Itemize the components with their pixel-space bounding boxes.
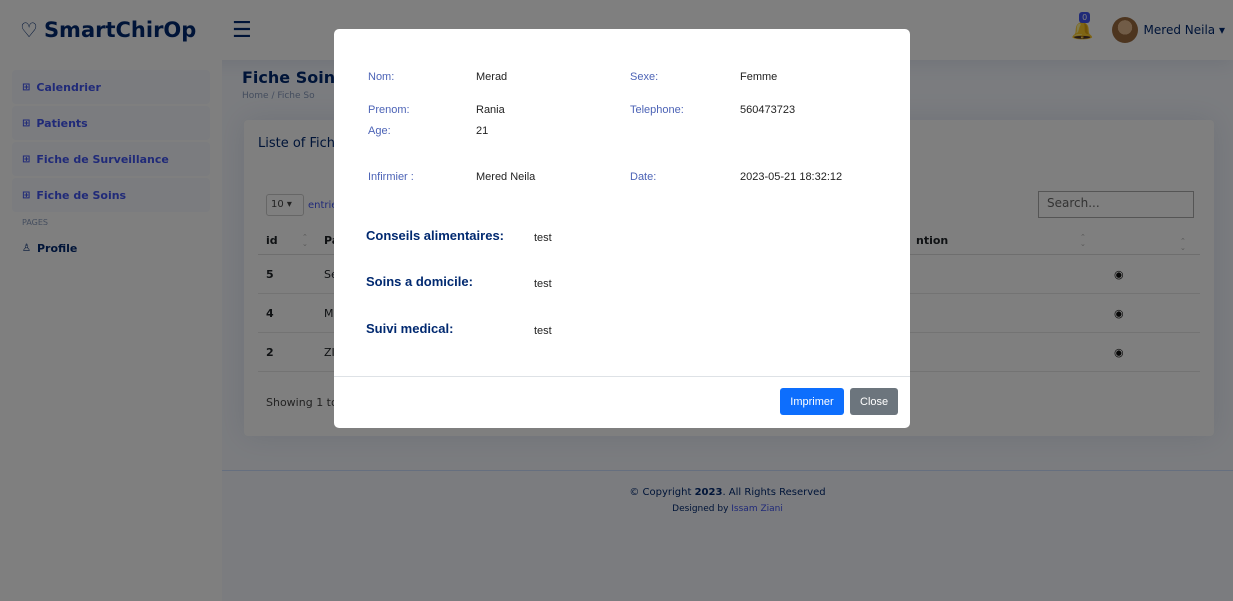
nom-label: Nom: bbox=[368, 71, 395, 83]
fiche-soins-modal: Nom: Merad Sexe: Femme Prenom: Rania Tel… bbox=[334, 29, 910, 428]
date-label: Date: bbox=[630, 171, 657, 183]
sexe-label: Sexe: bbox=[630, 71, 659, 83]
infirmier-label: Infirmier : bbox=[368, 171, 414, 183]
soins-value: test bbox=[534, 278, 552, 290]
date-value: 2023-05-21 18:32:12 bbox=[740, 171, 843, 183]
suivi-value: test bbox=[534, 325, 552, 337]
print-button[interactable]: Imprimer bbox=[780, 388, 844, 415]
suivi-label: Suivi medical: bbox=[366, 321, 454, 336]
telephone-label: Telephone: bbox=[630, 104, 684, 116]
prenom-label: Prenom: bbox=[368, 104, 410, 116]
sexe-value: Femme bbox=[740, 71, 778, 83]
age-label: Age: bbox=[368, 125, 391, 137]
modal-footer: Imprimer Close bbox=[334, 376, 910, 428]
age-value: 21 bbox=[476, 125, 489, 137]
nom-value: Merad bbox=[476, 71, 508, 83]
infirmier-value: Mered Neila bbox=[476, 171, 536, 183]
soins-label: Soins a domicile: bbox=[366, 274, 473, 289]
conseils-label: Conseils alimentaires: bbox=[366, 228, 504, 243]
close-button[interactable]: Close bbox=[850, 388, 898, 415]
conseils-value: test bbox=[534, 232, 552, 244]
telephone-value: 560473723 bbox=[740, 104, 796, 116]
prenom-value: Rania bbox=[476, 104, 505, 116]
